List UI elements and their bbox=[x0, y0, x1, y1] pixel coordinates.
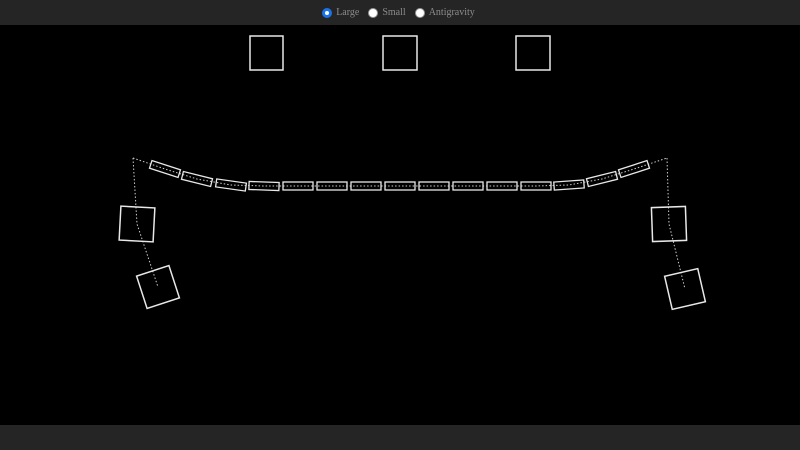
static-box bbox=[249, 35, 284, 71]
mode-toolbar: Large Small Antigravity bbox=[0, 0, 800, 25]
right-joint-line bbox=[666, 157, 686, 290]
option-antigravity[interactable]: Antigravity bbox=[414, 0, 478, 25]
antigravity-radio[interactable] bbox=[414, 7, 425, 18]
bridge-plank bbox=[553, 179, 585, 191]
physics-scene bbox=[118, 35, 707, 311]
antigravity-label: Antigravity bbox=[428, 7, 475, 18]
left-lower-box bbox=[135, 264, 181, 310]
small-label: Small bbox=[382, 7, 406, 18]
bridge-plank bbox=[148, 159, 182, 179]
bridge-plank bbox=[617, 159, 651, 179]
physics-canvas[interactable] bbox=[0, 25, 800, 425]
large-radio[interactable] bbox=[322, 7, 333, 18]
bridge-plank bbox=[248, 180, 280, 192]
left-upper-box bbox=[118, 205, 156, 243]
right-lower-box bbox=[663, 267, 707, 311]
bridge-plank bbox=[486, 181, 518, 191]
bridge-plank bbox=[452, 181, 484, 191]
small-radio[interactable] bbox=[368, 7, 379, 18]
bottom-bar bbox=[0, 425, 800, 450]
static-box bbox=[515, 35, 551, 71]
option-small[interactable]: Small bbox=[368, 0, 408, 25]
bridge-plank bbox=[316, 181, 348, 191]
static-box bbox=[382, 35, 418, 71]
large-label: Large bbox=[336, 7, 360, 18]
option-large[interactable]: Large bbox=[322, 0, 362, 25]
bridge-plank bbox=[350, 181, 382, 191]
